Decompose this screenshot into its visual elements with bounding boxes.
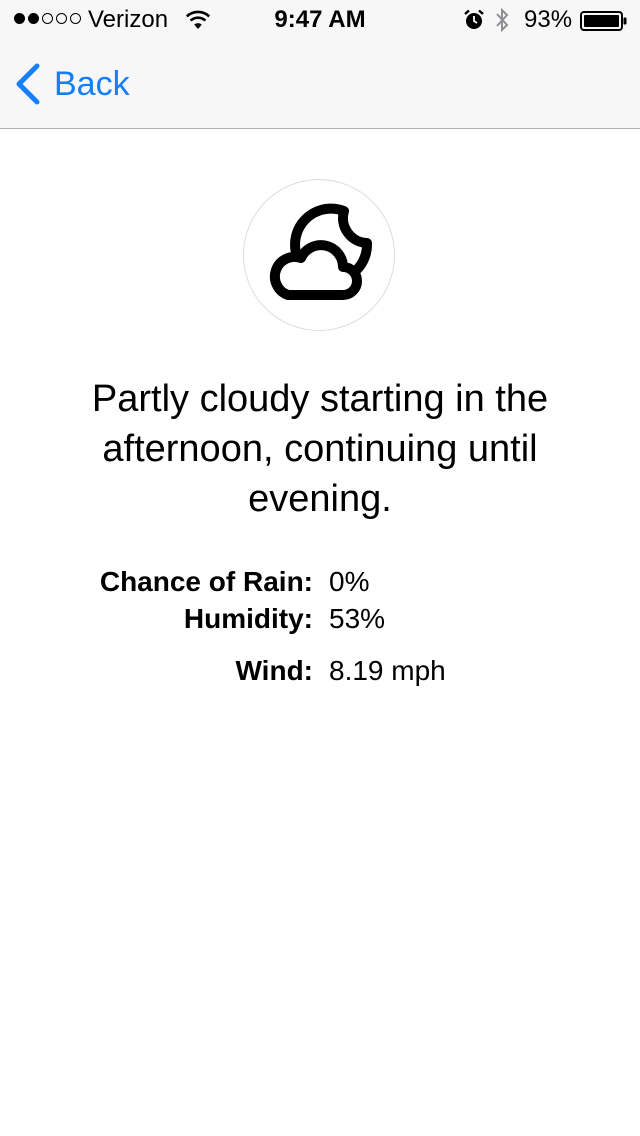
- detail-row-wind: Wind: 8.19 mph: [0, 655, 640, 691]
- chevron-left-icon: [16, 63, 40, 105]
- weather-icon-badge: [243, 179, 395, 331]
- weather-detail-screen: Verizon 9:47 AM 93% Back Partly cloudy s…: [0, 0, 640, 1136]
- detail-label: Humidity:: [183, 603, 313, 634]
- battery-percentage: 93%: [524, 6, 573, 33]
- detail-label: Wind:: [235, 655, 314, 686]
- detail-value: 8.19 mph: [329, 655, 446, 686]
- partly-cloudy-night-icon: [269, 203, 373, 300]
- detail-row-humidity: Humidity: 53%: [0, 603, 640, 639]
- weather-summary: Partly cloudy starting in the afternoon,…: [91, 378, 549, 520]
- alarm-icon: [463, 9, 485, 38]
- top-bar: Verizon 9:47 AM 93% Back: [0, 0, 640, 129]
- navigation-bar: Back: [0, 40, 640, 128]
- bluetooth-icon: [494, 7, 510, 40]
- detail-row-chance-of-rain: Chance of Rain: 0%: [0, 566, 640, 602]
- detail-value: 53%: [329, 603, 386, 634]
- detail-value: 0%: [329, 566, 370, 597]
- detail-label: Chance of Rain:: [99, 566, 313, 597]
- status-bar: Verizon 9:47 AM 93%: [0, 0, 640, 40]
- back-button-label: Back: [54, 64, 130, 103]
- back-button[interactable]: Back: [14, 60, 130, 108]
- battery-icon: [580, 10, 627, 31]
